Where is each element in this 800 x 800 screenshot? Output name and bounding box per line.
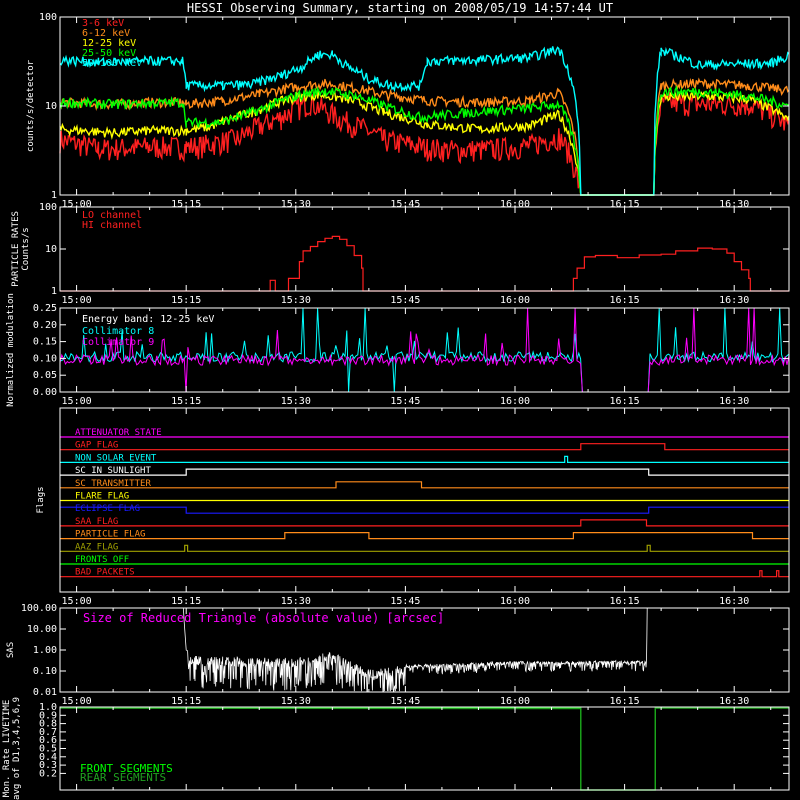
x-tick-label: 15:15 [171,696,201,707]
x-tick-label: 16:00 [500,596,530,607]
sas-annotation: Size of Reduced Triangle (absolute value… [83,611,444,625]
y-tick-label: 10.00 [27,624,57,635]
y-tick-label: 10 [45,101,57,112]
y-tick-label: 0.25 [33,303,57,314]
y-tick-label: 100 [39,202,57,213]
x-tick-label: 15:00 [62,295,92,306]
flag-label: FRONTS OFF [75,555,129,565]
flag-label: SAA FLAG [75,517,118,527]
x-tick-label: 16:00 [500,295,530,306]
legend-entry: REAR SEGMENTS [80,771,166,784]
x-tick-label: 16:30 [719,295,749,306]
figure-title: HESSI Observing Summary, starting on 200… [187,1,613,15]
flag-label: ECLIPSE FLAG [75,504,140,514]
x-tick-label: 15:30 [281,596,311,607]
y-axis-label: Counts/s [21,227,31,270]
y-axis-label: Normalized modulation [6,293,16,407]
flag-label: SC IN SUNLIGHT [75,466,151,476]
y-tick-label: 10 [45,244,57,255]
observing-summary-figure: HESSI Observing Summary, starting on 200… [0,0,800,800]
x-tick-label: 16:00 [500,396,530,407]
x-tick-label: 16:30 [719,696,749,707]
x-tick-label: 15:15 [171,396,201,407]
x-tick-label: 16:30 [719,396,749,407]
y-tick-label: 100.00 [21,603,57,614]
x-tick-label: 16:00 [500,696,530,707]
legend-entry: Collimator 9 [82,337,154,348]
flag-label: FLARE FLAG [75,492,129,502]
y-tick-label: 100 [39,12,57,23]
x-tick-label: 15:00 [62,596,92,607]
y-tick-label: 1 [51,286,57,297]
x-tick-label: 15:45 [390,295,420,306]
x-tick-label: 16:15 [610,295,640,306]
x-tick-label: 15:30 [281,295,311,306]
x-tick-label: 15:45 [390,596,420,607]
y-tick-label: 1.0 [39,702,57,713]
y-axis-label: avg of D1,3,4,5,6,9 [12,697,22,800]
x-tick-label: 16:15 [610,596,640,607]
x-tick-label: 15:15 [171,596,201,607]
x-tick-label: 15:15 [171,295,201,306]
flag-label: GAP FLAG [75,441,118,451]
flag-label: PARTICLE FLAG [75,530,145,540]
x-tick-label: 16:15 [610,696,640,707]
x-tick-label: 16:15 [610,396,640,407]
y-tick-label: 1.00 [33,645,57,656]
x-tick-label: 16:30 [719,596,749,607]
flag-label: AAZ FLAG [75,542,118,552]
flag-label: ATTENUATOR STATE [75,428,162,438]
flag-label: SC TRANSMITTER [75,479,151,489]
y-tick-label: 1 [51,190,57,201]
y-axis-label: counts/s/detector [26,59,36,152]
legend-entry: 50-100 keV [82,58,142,69]
x-tick-label: 15:45 [390,696,420,707]
legend-entry: HI channel [82,220,142,231]
y-axis-label: PARTICLE RATES [11,211,21,287]
y-tick-label: 0.01 [33,687,57,698]
x-tick-label: 15:00 [62,696,92,707]
y-axis-label: SAS [6,642,16,658]
y-tick-label: 0.20 [33,320,57,331]
energy-band-annotation: Energy band: 12-25 keV [82,314,214,325]
x-tick-label: 15:30 [281,396,311,407]
y-axis-label: Flags [36,486,46,513]
x-tick-label: 15:30 [281,696,311,707]
y-axis-label: Mon. Rate LIVETIME [2,700,12,798]
y-tick-label: 0.10 [33,666,57,677]
y-tick-label: 0.10 [33,353,57,364]
flag-label: BAD PACKETS [75,568,135,578]
y-tick-label: 0.15 [33,337,57,348]
y-tick-label: 0.05 [33,370,57,381]
x-tick-label: 15:45 [390,396,420,407]
legend-entry: Collimator 8 [82,326,154,337]
flag-label: NON SOLAR EVENT [75,453,157,463]
y-tick-label: 0.00 [33,387,57,398]
x-tick-label: 15:00 [62,396,92,407]
